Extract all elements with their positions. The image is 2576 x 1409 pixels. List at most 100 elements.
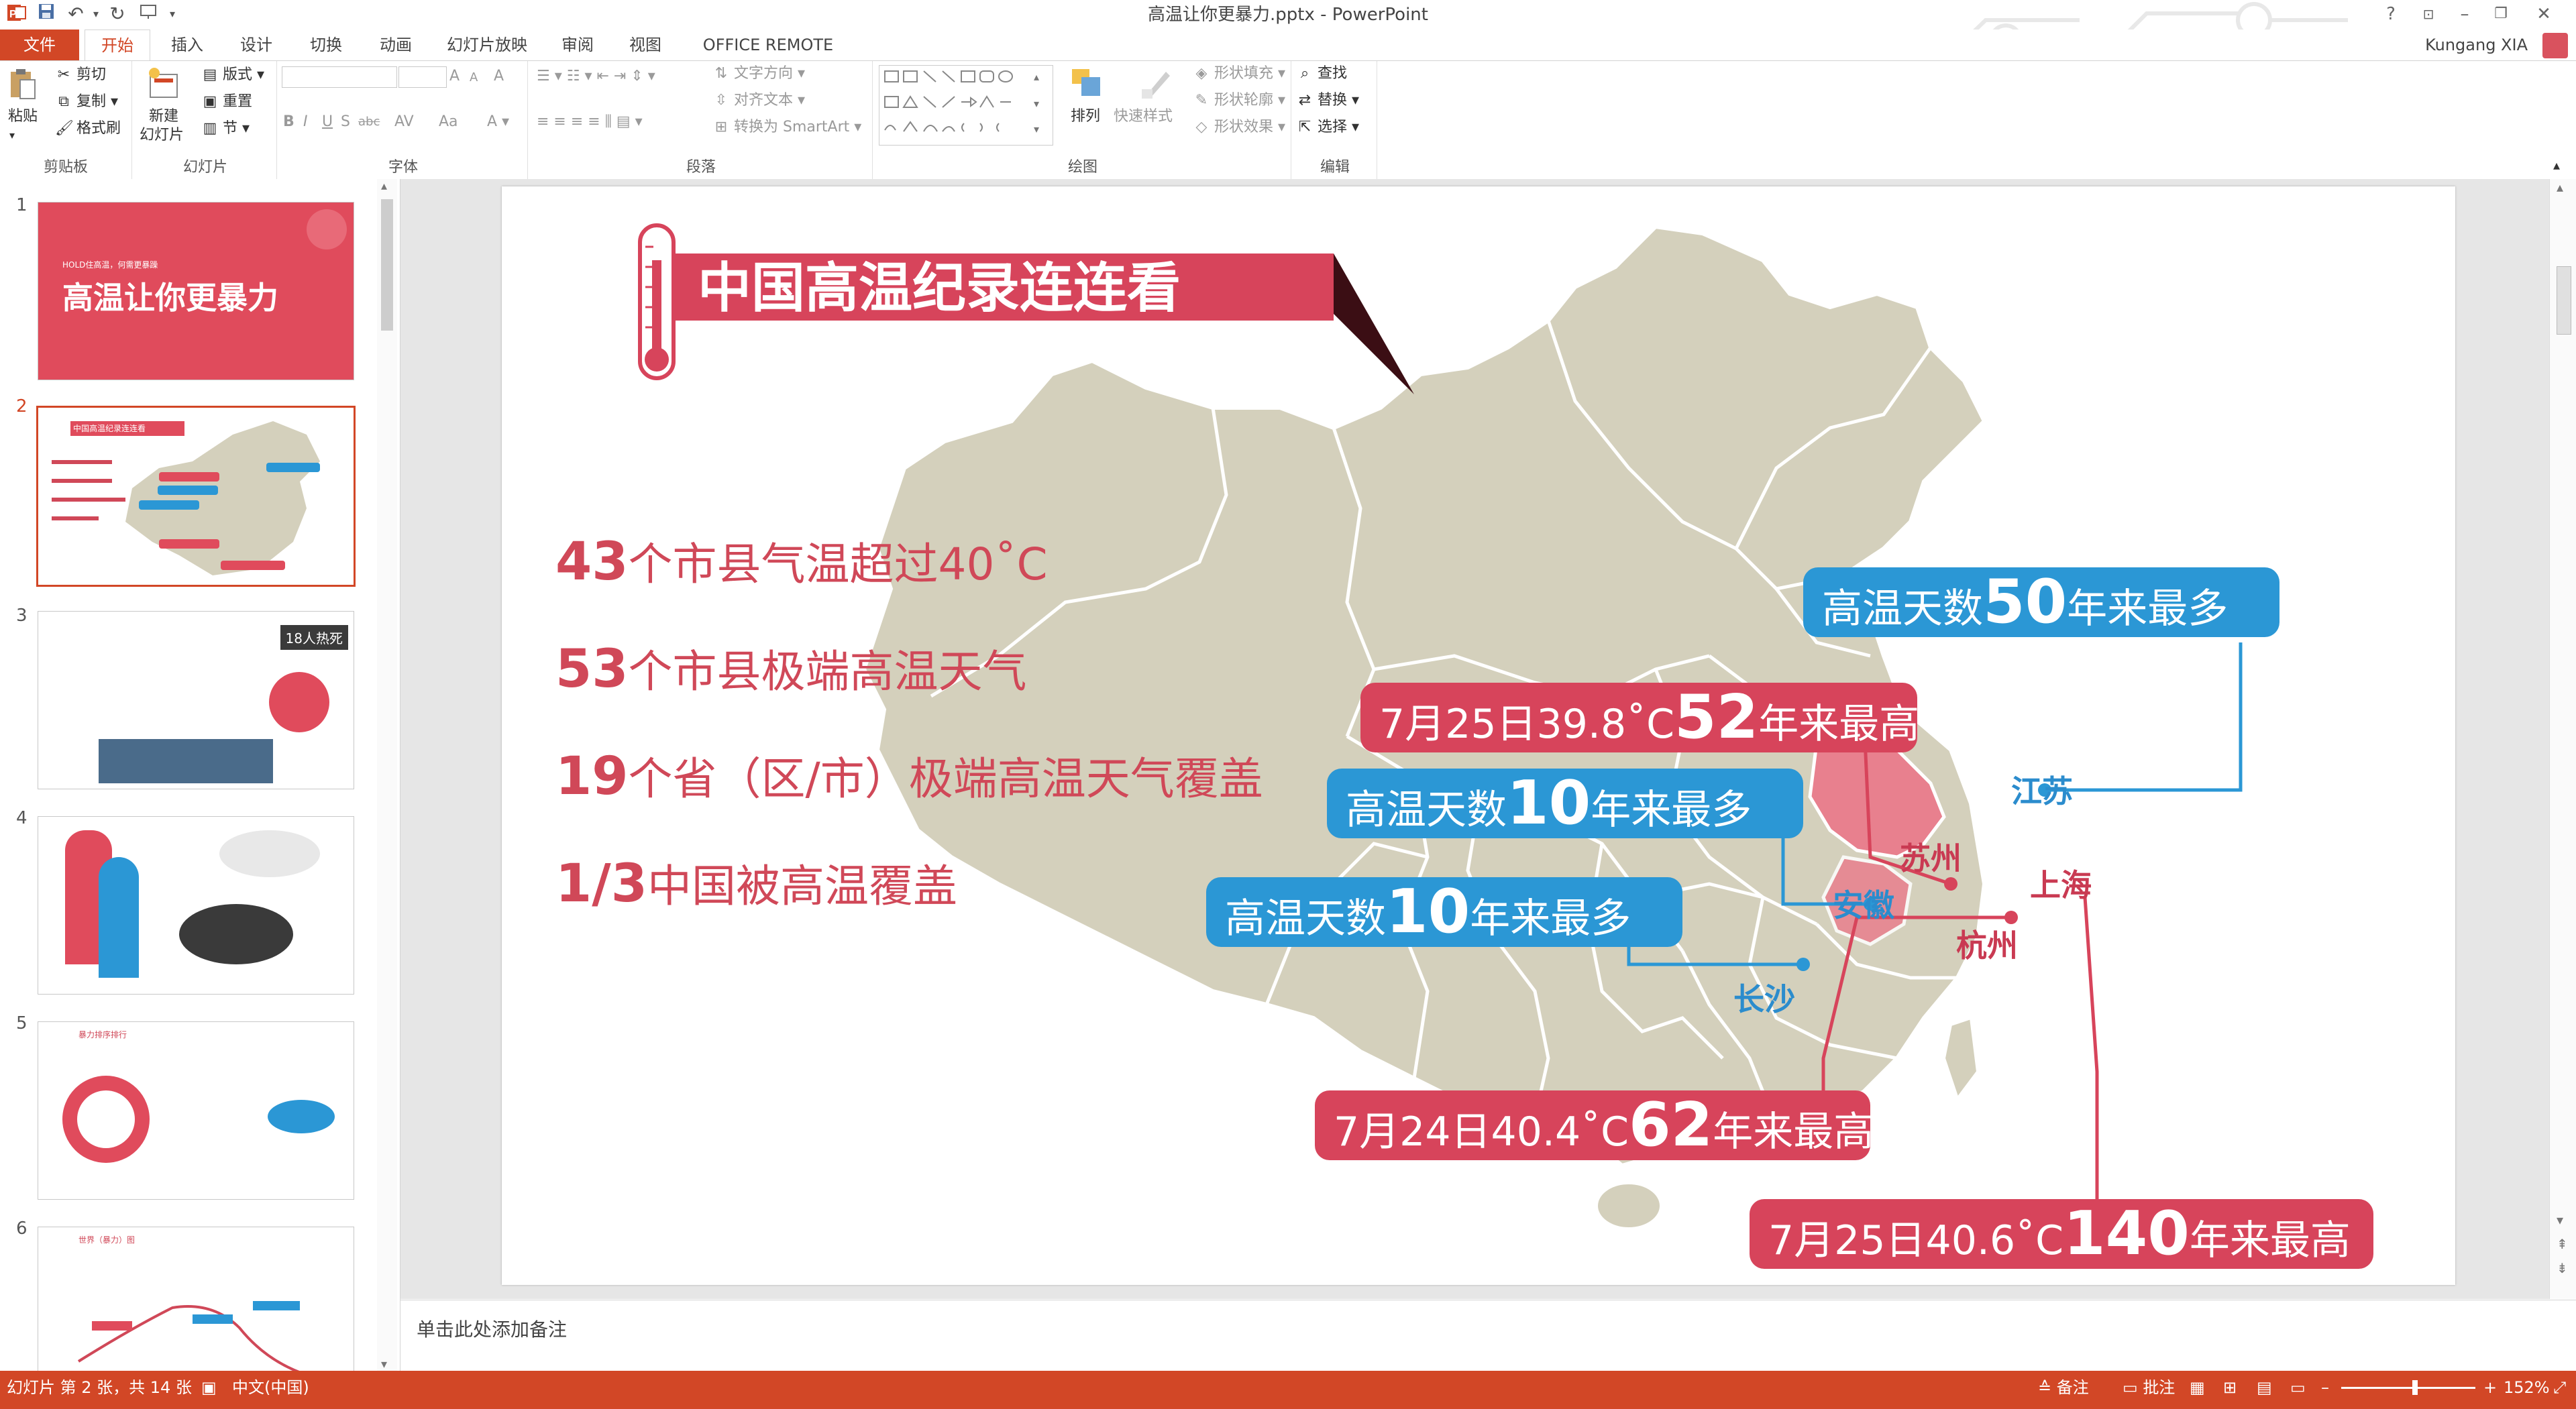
tab-transitions[interactable]: 切换 [295,30,357,60]
replace-button[interactable]: ⇄ 替换 ▾ [1296,91,1359,111]
shapes-gallery[interactable]: ▴ ▾ ▾ [879,65,1053,146]
shadow-button[interactable]: S [341,112,350,132]
slide-title[interactable]: 中国高温纪录连连看 [698,260,1181,317]
slide-thumbnail-2[interactable]: 中国高温纪录连连看 [36,406,356,587]
callout-52-years[interactable]: 7月25日39.8˚C52年来最高 [1360,683,1919,752]
slide-thumbnail-4[interactable] [38,816,354,995]
copy-button[interactable]: ⧉ 复制 ▾ [55,92,118,112]
font-size-combo[interactable] [398,66,447,88]
align-text-button[interactable]: ⇳ 对齐文本 ▾ [712,91,805,111]
stat-19[interactable]: 19个省（区/市）极端高温天气覆盖 [555,743,1263,807]
zoom-out-button[interactable]: – [2321,1371,2329,1404]
callout-anhui-10-years[interactable]: 高温天数10年来最多 [1327,769,1803,838]
zoom-in-button[interactable]: + [2483,1371,2497,1404]
clear-format-icon[interactable]: A [494,66,504,87]
fit-slide-icon[interactable]: ⤢ [2553,1371,2566,1404]
layout-button[interactable]: ▤ 版式 ▾ [201,65,264,85]
arrange-icon[interactable] [1069,66,1104,101]
font-family-combo[interactable] [282,66,397,88]
callout-jiangsu-50-years[interactable]: 高温天数50年来最多 [1803,567,2279,637]
thumbnails-scroll-thumb[interactable] [381,199,393,331]
collapse-ribbon-icon[interactable]: ▴ [2553,155,2560,175]
align-icons[interactable]: ≡ ≡ ≡ ≡ ⫼ ▤ ▾ [537,112,643,132]
tab-insert[interactable]: 插入 [156,30,219,60]
slide-thumbnail-1[interactable]: HOLD住高温，何需更暴躁 高温让你更暴力 [38,202,354,380]
new-slide-icon[interactable] [146,66,182,101]
user-avatar[interactable] [2542,33,2568,58]
text-direction-button[interactable]: ⇅ 文字方向 ▾ [712,64,805,84]
city-label-changsha[interactable]: 长沙 [1733,975,1795,1019]
underline-button[interactable]: U [322,112,333,132]
tab-office-remote[interactable]: OFFICE REMOTE [691,30,845,60]
new-slide-label-1[interactable]: 新建 [149,107,178,127]
shape-fill-button[interactable]: ◈ 形状填充 ▾ [1193,64,1286,84]
bullets-icon[interactable]: ☰ ▾ ☷ ▾ ⇤ ⇥ ⇕ ▾ [537,66,655,87]
tab-animations[interactable]: 动画 [365,30,427,60]
paste-button[interactable]: 粘贴 [8,107,38,127]
notes-placeholder[interactable]: 单击此处添加备注 [417,1315,567,1342]
format-painter-button[interactable]: 🖌 格式刷 [55,119,121,139]
grow-font-icon[interactable]: A [449,66,460,87]
section-button[interactable]: ▥ 节 ▾ [201,119,250,139]
paste-icon[interactable] [8,68,38,101]
tab-slideshow[interactable]: 幻灯片放映 [435,30,539,60]
city-label-jiangsu[interactable]: 江苏 [2011,767,2073,811]
vertical-scrollbar[interactable]: ▴ ▾ ⇞ ⇟ [2549,179,2576,1299]
italic-button[interactable]: I [303,112,308,132]
paste-dropdown-icon[interactable]: ▾ [9,125,15,146]
strikethrough-button[interactable]: abc [358,112,380,132]
shape-outline-button[interactable]: ✎ 形状轮廓 ▾ [1193,91,1285,111]
minimize-button[interactable]: – [2450,1,2479,27]
reset-button[interactable]: ▣ 重置 [201,92,252,112]
tab-home[interactable]: 开始 [85,30,150,61]
callout-62-years[interactable]: 7月24日40.4˚C62年来最高 [1315,1090,1874,1160]
stat-43[interactable]: 43个市县气温超过40˚C [555,528,1048,593]
normal-view-icon[interactable]: ▦ [2190,1371,2205,1404]
slide-count-status[interactable]: 幻灯片 第 2 张，共 14 张 [7,1371,192,1404]
quick-styles-button[interactable]: 快速样式 [1114,107,1173,127]
scroll-up-icon[interactable]: ▴ [381,179,387,193]
quick-styles-icon[interactable] [1139,66,1174,101]
reading-view-icon[interactable]: ▤ [2257,1371,2272,1404]
stat-53[interactable]: 53个市县极端高温天气 [555,636,1027,700]
notes-toggle-button[interactable]: ≙ 备注 [2038,1371,2089,1404]
shape-effects-button[interactable]: ◇ 形状效果 ▾ [1193,117,1286,137]
arrange-button[interactable]: 排列 [1071,107,1100,127]
char-spacing-button[interactable]: AV [394,112,414,132]
scroll-down-icon[interactable]: ▾ [381,1357,387,1371]
select-button[interactable]: ⇱ 选择 ▾ [1296,117,1359,137]
new-slide-label-2[interactable]: 幻灯片 [140,125,184,146]
next-slide-icon[interactable]: ⇟ [2557,1260,2568,1276]
comments-toggle-button[interactable]: ▭ 批注 [2123,1371,2175,1404]
notes-pane[interactable]: 单击此处添加备注 [400,1300,2576,1371]
slide-sorter-icon[interactable]: ⊞ [2223,1371,2237,1404]
callout-140-years[interactable]: 7月25日40.6˚C140年来最高 [1750,1199,2373,1269]
city-label-shanghai[interactable]: 上海 [2030,861,2092,905]
zoom-level[interactable]: 152% [2504,1371,2550,1404]
tab-view[interactable]: 视图 [616,30,675,60]
slide-thumbnail-3[interactable]: 18人热死 [38,611,354,789]
tab-file[interactable]: 文件 [0,30,79,60]
font-color-button[interactable]: A ▾ [487,112,509,132]
ribbon-display-options-icon[interactable]: ⊡ [2414,1,2443,27]
smartart-button[interactable]: ⊞ 转换为 SmartArt ▾ [712,117,862,137]
shrink-font-icon[interactable]: A [470,68,478,88]
restore-button[interactable]: ❐ [2486,1,2516,27]
callout-changsha-10-years[interactable]: 高温天数10年来最多 [1206,877,1682,947]
thumbnails-scrollbar[interactable]: ▴ ▾ [377,179,397,1371]
tab-design[interactable]: 设计 [225,30,287,60]
user-name[interactable]: Kungang XIA [2425,30,2528,60]
language-status[interactable]: 中文(中国) [232,1371,309,1404]
help-button[interactable]: ? [2376,1,2406,27]
bold-button[interactable]: B [283,112,294,132]
vertical-scroll-thumb[interactable] [2557,266,2571,335]
zoom-slider-thumb[interactable] [2412,1380,2418,1395]
scroll-down-icon[interactable]: ▾ [2557,1212,2563,1228]
city-label-suzhou[interactable]: 苏州 [1900,834,1962,879]
change-case-button[interactable]: Aa [439,112,458,132]
tab-review[interactable]: 审阅 [547,30,608,60]
slideshow-view-icon[interactable]: ▭ [2290,1371,2306,1404]
zoom-slider[interactable] [2341,1387,2475,1389]
close-button[interactable]: ✕ [2529,1,2559,27]
previous-slide-icon[interactable]: ⇞ [2557,1236,2568,1252]
